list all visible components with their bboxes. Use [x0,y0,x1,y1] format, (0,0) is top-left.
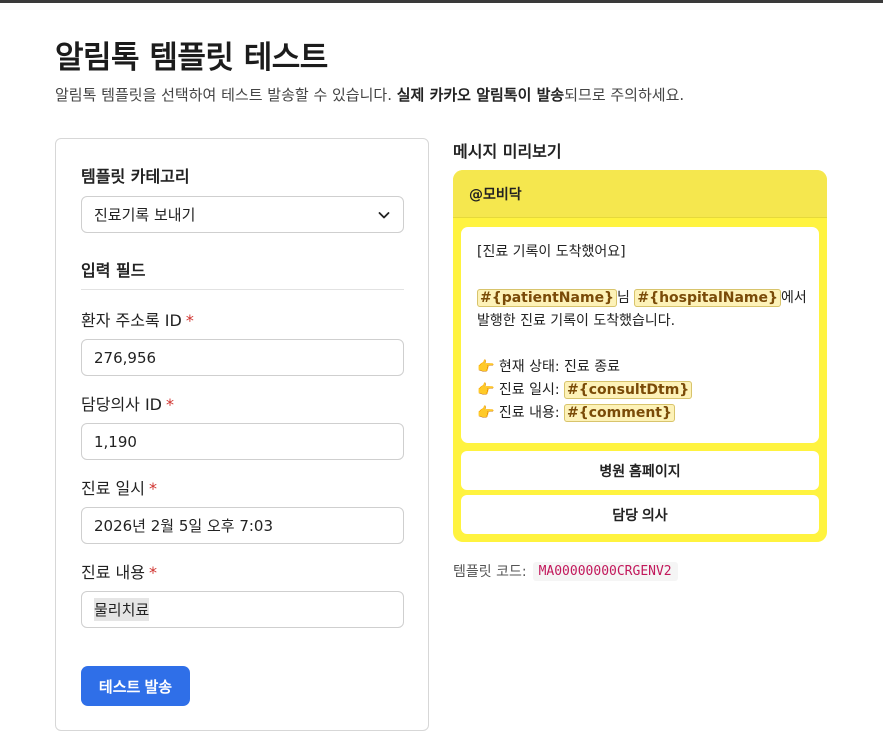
page-subtitle: 알림톡 템플릿을 선택하여 테스트 발송할 수 있습니다. 실제 카카오 알림톡… [55,84,684,105]
variable-hospital-name: #{hospitalName} [634,289,781,307]
patient-id-input[interactable]: 276,956 [81,339,404,376]
top-border [0,0,883,3]
variable-comment: #{comment} [564,404,675,422]
test-send-button[interactable]: 테스트 발송 [81,666,190,706]
preview-heading: 메시지 미리보기 [453,142,562,161]
message-text: 현재 상태: 진료 종료 [494,359,620,375]
doctor-id-label-text: 담당의사 ID [81,395,163,414]
template-code-label: 템플릿 코드: [453,564,527,580]
pointing-hand-icon: 👉 [477,382,495,398]
page-title: 알림톡 템플릿 테스트 [55,40,328,76]
required-mark: * [148,479,157,498]
subtitle-text: 알림톡 템플릿을 선택하여 테스트 발송할 수 있습니다. [55,86,397,104]
test-form-card: 템플릿 카테고리 진료기록 보내기 입력 필드 환자 주소록 ID * 276,9… [55,138,429,731]
patient-id-label-text: 환자 주소록 ID [81,311,182,330]
alimtalk-preview: @모비닥 [진료 기록이 도착했어요] #{patientName} 님 #{ho… [453,170,827,542]
message-date-line: 👉 진료 일시: #{consultDtm} [477,379,803,402]
consult-content-label: 진료 내용 * [81,559,157,583]
doctor-button[interactable]: 담당 의사 [461,495,819,534]
message-content-line: 👉 진료 내용: #{comment} [477,402,803,425]
doctor-id-input[interactable]: 1,190 [81,423,404,460]
sender-name: @모비닥 [453,170,827,218]
message-text: 님 [617,290,635,306]
section-divider [81,289,404,290]
consult-date-input[interactable]: 2026년 2월 5일 오후 7:03 [81,507,404,544]
message-status-line: 👉 현재 상태: 진료 종료 [477,356,803,379]
consult-date-label: 진료 일시 * [81,475,157,499]
chevron-down-icon [378,211,390,218]
input-section-label: 입력 필드 [81,261,146,280]
subtitle-warning: 실제 카카오 알림톡이 발송 [396,86,565,104]
category-label: 템플릿 카테고리 [81,167,190,186]
category-select[interactable]: 진료기록 보내기 [81,196,404,233]
required-mark: * [166,395,175,414]
variable-consult-dtm: #{consultDtm} [564,381,693,399]
consult-content-input[interactable]: 물리치료 [81,591,404,628]
variable-patient-name: #{patientName} [477,289,618,307]
message-title: [진료 기록이 도착했어요] [477,244,626,260]
message-line-1: #{patientName} 님 #{hospitalName} 에서 [477,287,807,310]
message-line-2: 발행한 진료 기록이 도착했습니다. [477,313,676,329]
template-code-row: 템플릿 코드: MA00000000CRGENV2 [453,561,678,581]
subtitle-suffix: 되므로 주의하세요. [564,86,685,104]
message-bubble: [진료 기록이 도착했어요] #{patientName} 님 #{hospita… [461,227,819,443]
doctor-id-label: 담당의사 ID * [81,391,174,415]
category-selected-value: 진료기록 보내기 [94,206,196,224]
consult-date-value: 2026년 2월 5일 오후 7:03 [94,517,274,535]
patient-id-value: 276,956 [94,348,157,367]
required-mark: * [148,563,157,582]
hospital-homepage-button[interactable]: 병원 홈페이지 [461,451,819,490]
message-text: 에서 [780,290,807,306]
required-mark: * [185,311,194,330]
doctor-id-value: 1,190 [94,432,137,451]
consult-date-label-text: 진료 일시 [81,479,145,498]
template-code: MA00000000CRGENV2 [532,561,678,581]
message-text: 진료 일시: [494,382,565,398]
pointing-hand-icon: 👉 [477,359,495,375]
patient-id-label: 환자 주소록 ID * [81,307,194,331]
pointing-hand-icon: 👉 [477,405,495,421]
consult-content-value: 물리치료 [94,598,150,621]
consult-content-label-text: 진료 내용 [81,563,145,582]
message-text: 진료 내용: [494,405,565,421]
